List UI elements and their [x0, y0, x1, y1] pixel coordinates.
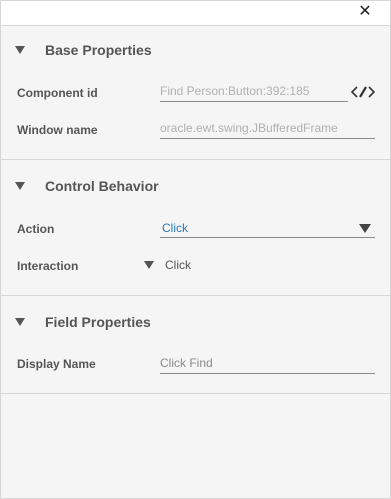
action-select-value: Click — [162, 221, 188, 235]
component-id-field[interactable]: Find Person:Button:392:185 — [160, 81, 348, 102]
panel-top-bar: ✕ — [1, 1, 390, 26]
display-name-label: Display Name — [17, 357, 96, 371]
section-header-base-properties[interactable]: Base Properties — [15, 40, 152, 60]
section-divider — [1, 295, 390, 296]
properties-panel: ✕ Base Properties Component id Find Pers… — [0, 0, 391, 499]
section-header-field-properties[interactable]: Field Properties — [15, 312, 151, 332]
section-header-control-behavior[interactable]: Control Behavior — [15, 176, 159, 196]
chevron-down-icon — [359, 224, 371, 233]
window-name-field[interactable]: oracle.ewt.swing.JBufferedFrame — [160, 118, 375, 139]
collapse-triangle-icon — [15, 318, 25, 326]
component-id-label: Component id — [17, 86, 98, 100]
action-select[interactable]: Click — [160, 218, 375, 238]
window-name-label: Window name — [17, 123, 98, 137]
close-icon[interactable]: ✕ — [356, 3, 374, 21]
collapse-triangle-icon — [15, 182, 25, 190]
interaction-label: Interaction — [17, 259, 79, 273]
section-divider — [1, 393, 390, 394]
edit-code-icon[interactable] — [351, 83, 375, 101]
action-label: Action — [17, 222, 55, 236]
collapse-triangle-icon — [15, 46, 25, 54]
section-title-control-behavior: Control Behavior — [45, 178, 159, 194]
section-title-base-properties: Base Properties — [45, 42, 152, 58]
section-divider — [1, 159, 390, 160]
interaction-toggle-icon[interactable] — [144, 261, 154, 269]
display-name-field[interactable]: Click Find — [160, 353, 375, 374]
section-title-field-properties: Field Properties — [45, 314, 151, 330]
display-name-value: Click Find — [160, 356, 213, 370]
interaction-value: Click — [165, 258, 191, 272]
